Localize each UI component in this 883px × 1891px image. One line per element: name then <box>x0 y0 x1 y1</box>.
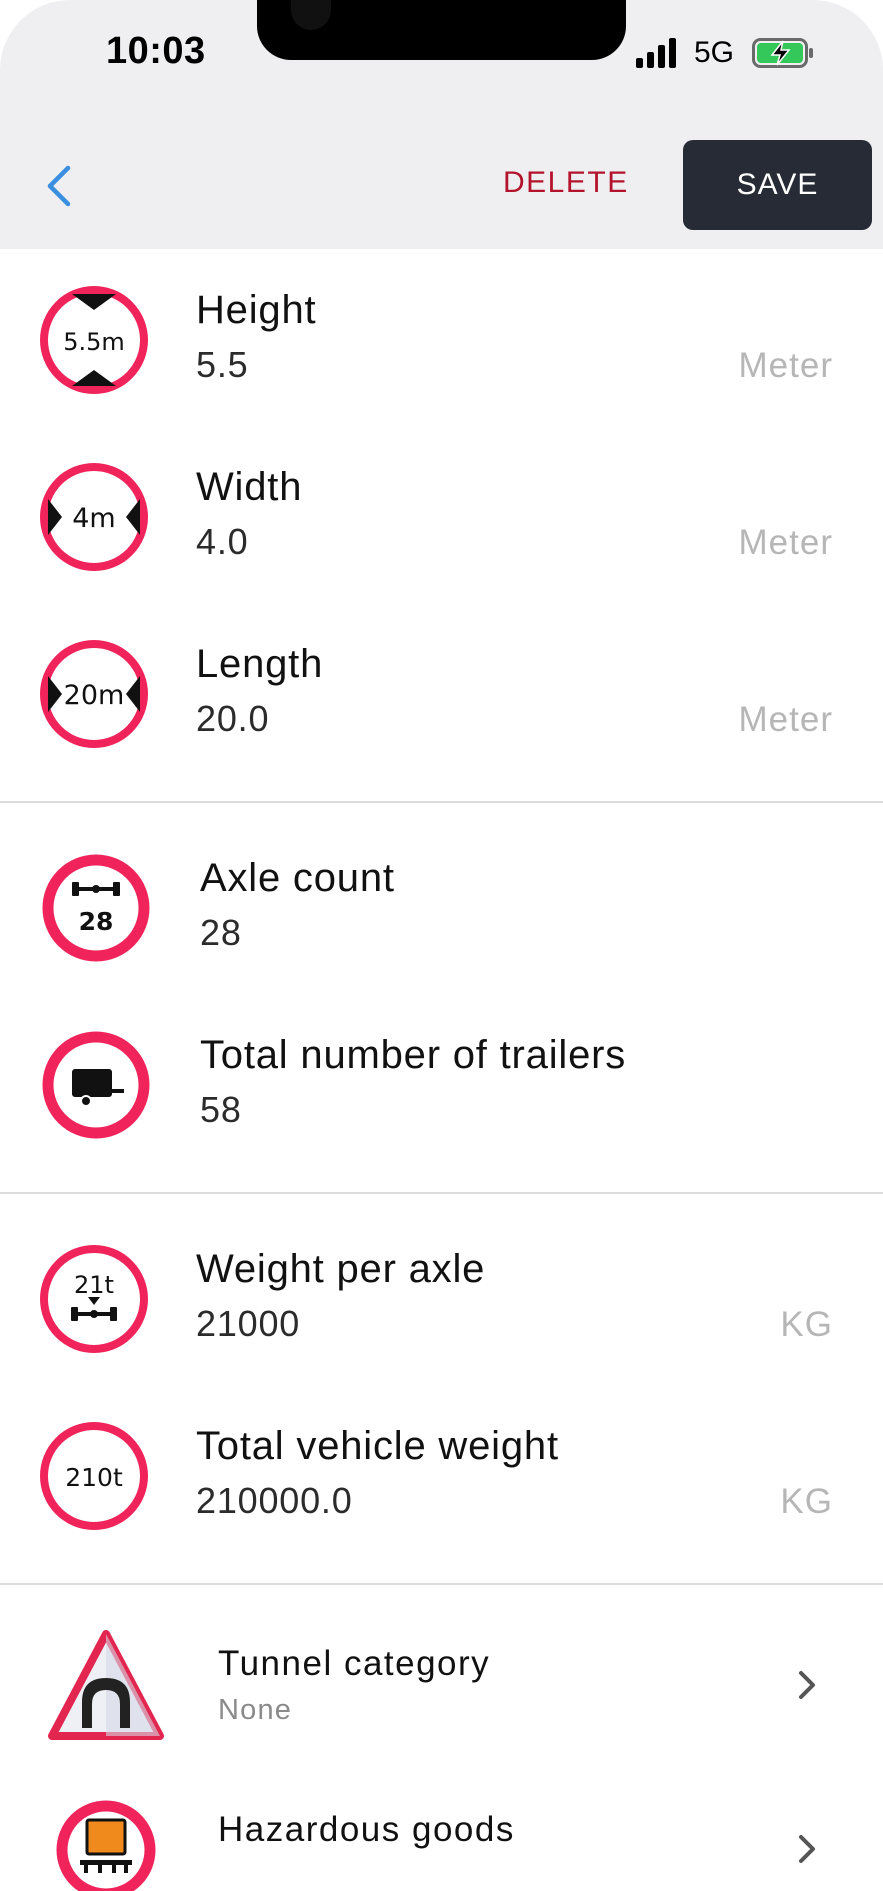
tunnel-category-row[interactable]: Tunnel category None <box>0 1600 883 1770</box>
axle-count-sign-icon: 28 <box>42 854 150 962</box>
height-unit: Meter <box>738 346 833 385</box>
width-title: Width <box>196 465 303 509</box>
total-weight-row[interactable]: 210t Total vehicle weight 210000.0 KG <box>0 1388 883 1565</box>
chevron-right-icon[interactable] <box>794 1832 820 1866</box>
total-weight-sign-icon: 210t <box>40 1422 148 1530</box>
trailers-title: Total number of trailers <box>200 1033 627 1077</box>
width-sign-label: 4m <box>72 503 115 534</box>
status-time: 10:03 <box>106 30 206 72</box>
chevron-right-icon[interactable] <box>794 1668 820 1702</box>
total-weight-sign-label: 210t <box>65 1463 123 1492</box>
section-divider <box>0 1583 883 1585</box>
section-divider <box>0 801 883 803</box>
length-value[interactable]: 20.0 <box>196 698 269 740</box>
length-sign-label: 20m <box>64 680 125 711</box>
battery-charging-icon <box>752 38 813 68</box>
height-limit-sign-icon: 5.5m <box>40 286 148 394</box>
height-sign-label: 5.5m <box>63 328 125 356</box>
trailers-row[interactable]: Total number of trailers 58 <box>0 997 883 1174</box>
total-weight-title: Total vehicle weight <box>196 1424 559 1468</box>
length-row[interactable]: 20m Length 20.0 Meter <box>0 606 883 783</box>
trailers-value[interactable]: 58 <box>200 1089 242 1131</box>
save-button[interactable]: SAVE <box>683 140 872 230</box>
trailer-sign-icon <box>42 1031 150 1139</box>
length-unit: Meter <box>738 700 833 739</box>
signal-icon <box>636 38 676 68</box>
back-chevron-icon[interactable] <box>40 162 80 210</box>
axle-count-sign-label: 28 <box>79 907 114 936</box>
tunnel-category-title: Tunnel category <box>218 1644 491 1683</box>
total-weight-value[interactable]: 210000.0 <box>196 1480 353 1522</box>
length-limit-sign-icon: 20m <box>40 640 148 748</box>
height-row[interactable]: 5.5m Height 5.5 Meter <box>0 252 883 429</box>
axle-weight-sign-label: 21t <box>74 1271 114 1299</box>
length-title: Length <box>196 642 324 686</box>
width-limit-sign-icon: 4m <box>40 463 148 571</box>
axle-count-title: Axle count <box>200 856 395 900</box>
hazardous-goods-title: Hazardous goods <box>218 1810 515 1849</box>
width-value[interactable]: 4.0 <box>196 521 248 563</box>
total-weight-unit: KG <box>780 1482 833 1521</box>
tunnel-category-value: None <box>218 1694 293 1726</box>
hazardous-goods-sign-icon <box>56 1800 156 1891</box>
height-value[interactable]: 5.5 <box>196 344 248 386</box>
width-unit: Meter <box>738 523 833 562</box>
section-divider <box>0 1192 883 1194</box>
hazardous-goods-row[interactable]: Hazardous goods <box>0 1770 883 1891</box>
camera-notch <box>257 0 626 60</box>
weight-per-axle-title: Weight per axle <box>196 1247 486 1291</box>
weight-per-axle-value[interactable]: 21000 <box>196 1303 300 1345</box>
axle-count-value[interactable]: 28 <box>200 912 242 954</box>
width-row[interactable]: 4m Width 4.0 Meter <box>0 429 883 606</box>
weight-per-axle-unit: KG <box>780 1305 833 1344</box>
tunnel-warning-sign-icon <box>48 1630 164 1740</box>
axle-weight-sign-icon: 21t <box>40 1245 148 1353</box>
weight-per-axle-row[interactable]: 21t Weight per axle 21000 KG <box>0 1211 883 1388</box>
delete-button[interactable]: DELETE <box>503 166 629 200</box>
axle-count-row[interactable]: 28 Axle count 28 <box>0 820 883 997</box>
height-title: Height <box>196 288 317 332</box>
network-type: 5G <box>694 36 735 69</box>
